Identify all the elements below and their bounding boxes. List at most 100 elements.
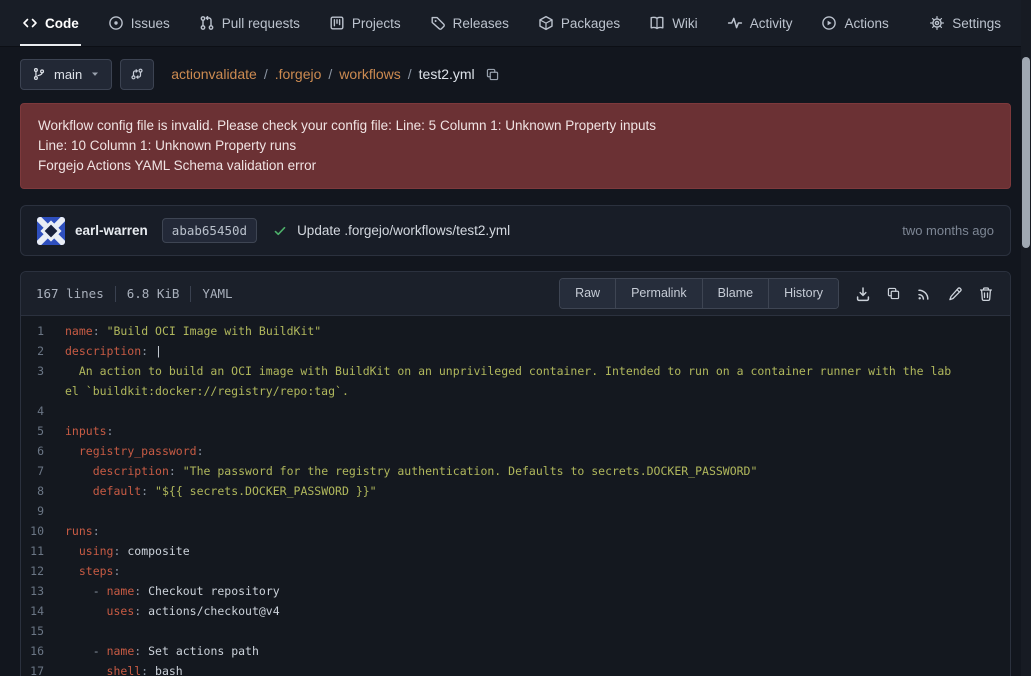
- code-token-pun: -: [93, 644, 107, 658]
- breadcrumb-separator: /: [408, 66, 412, 82]
- code-line: 5inputs:: [21, 421, 1010, 441]
- tab-packages[interactable]: Packages: [538, 0, 620, 46]
- tab-settings-label: Settings: [952, 16, 1001, 31]
- tab-label: Activity: [750, 16, 793, 31]
- tab-code[interactable]: Code: [22, 0, 79, 46]
- scrollbar-thumb[interactable]: [1022, 57, 1030, 248]
- pulse-icon: [727, 15, 743, 31]
- code-line-content: steps:: [65, 561, 1010, 581]
- code-line: 8 default: "${{ secrets.DOCKER_PASSWORD …: [21, 481, 1010, 501]
- commit-author[interactable]: earl-warren: [75, 223, 148, 238]
- code-token-pun: :: [93, 524, 100, 538]
- download-button[interactable]: [855, 286, 871, 302]
- code-token-str: An action to build an OCI image with Bui…: [65, 364, 951, 398]
- tab-label: Releases: [453, 16, 509, 31]
- tab-releases[interactable]: Releases: [430, 0, 509, 46]
- copy-path-icon[interactable]: [485, 67, 500, 82]
- code-token-pun: :: [93, 324, 100, 338]
- rss-feed-button[interactable]: [916, 286, 932, 302]
- code-token-pln: [65, 484, 93, 498]
- code-line: 14 uses: actions/checkout@v4: [21, 601, 1010, 621]
- breadcrumb-dir-link-forgejo[interactable]: .forgejo: [275, 66, 322, 82]
- error-banner: Workflow config file is invalid. Please …: [20, 103, 1011, 189]
- line-number[interactable]: 2: [21, 341, 65, 361]
- author-avatar[interactable]: [37, 217, 65, 245]
- line-number[interactable]: 4: [21, 401, 65, 421]
- tab-activity[interactable]: Activity: [727, 0, 793, 46]
- tab-actions[interactable]: Actions: [821, 0, 888, 46]
- commit-message[interactable]: Update .forgejo/workflows/test2.yml: [297, 223, 510, 238]
- copy-icon: [886, 286, 901, 301]
- code-token-str: "Build OCI Image with BuildKit": [107, 324, 322, 338]
- permalink-button[interactable]: Permalink: [615, 279, 702, 308]
- tab-settings[interactable]: Settings: [929, 0, 1001, 46]
- code-token-pln: [148, 484, 155, 498]
- book-icon: [649, 15, 665, 31]
- tab-projects[interactable]: Projects: [329, 0, 401, 46]
- tag-icon: [430, 15, 446, 31]
- settings-icon: [929, 15, 945, 31]
- code-token-pln: [100, 324, 107, 338]
- compare-button[interactable]: [120, 59, 154, 90]
- code-token-key: using: [79, 544, 114, 558]
- line-number[interactable]: 12: [21, 561, 65, 581]
- code-token-key: default: [93, 484, 141, 498]
- code-line-content: description: "The password for the regis…: [65, 461, 1010, 481]
- code-token-key: name: [107, 584, 135, 598]
- code-token-pln: [65, 564, 79, 578]
- line-number[interactable]: 3: [21, 361, 65, 401]
- copy-file-button[interactable]: [886, 286, 901, 301]
- line-number[interactable]: 16: [21, 641, 65, 661]
- package-icon: [538, 15, 554, 31]
- git-compare-icon: [130, 67, 144, 81]
- pencil-icon: [947, 286, 963, 302]
- branch-name: main: [54, 67, 82, 82]
- tab-pull-requests[interactable]: Pull requests: [199, 0, 300, 46]
- code-token-key: name: [107, 644, 135, 658]
- file-action-icons: [855, 286, 998, 302]
- delete-button[interactable]: [978, 286, 994, 302]
- branch-selector-button[interactable]: main: [20, 59, 112, 90]
- git-branch-icon: [32, 67, 46, 81]
- line-number[interactable]: 17: [21, 661, 65, 676]
- code-token-pln: Checkout repository: [141, 584, 279, 598]
- tab-label: Projects: [352, 16, 401, 31]
- code-line: 17 shell: bash: [21, 661, 1010, 676]
- code-token-key: name: [65, 324, 93, 338]
- code-view: 1name: "Build OCI Image with BuildKit"2d…: [21, 316, 1010, 676]
- code-line-content: - name: Checkout repository: [65, 581, 1010, 601]
- line-number[interactable]: 8: [21, 481, 65, 501]
- line-number[interactable]: 5: [21, 421, 65, 441]
- code-line-content: using: composite: [65, 541, 1010, 561]
- tab-issues[interactable]: Issues: [108, 0, 170, 46]
- line-number[interactable]: 1: [21, 321, 65, 341]
- blame-button[interactable]: Blame: [702, 279, 768, 308]
- tab-wiki[interactable]: Wiki: [649, 0, 698, 46]
- raw-button[interactable]: Raw: [560, 279, 615, 308]
- line-number[interactable]: 10: [21, 521, 65, 541]
- line-number[interactable]: 14: [21, 601, 65, 621]
- commit-hash-badge[interactable]: abab65450d: [162, 218, 257, 243]
- line-number[interactable]: 11: [21, 541, 65, 561]
- line-number[interactable]: 13: [21, 581, 65, 601]
- commit-time: two months ago: [902, 223, 994, 238]
- play-icon: [821, 15, 837, 31]
- breadcrumb-repo-link[interactable]: actionvalidate: [171, 66, 257, 82]
- line-number[interactable]: 15: [21, 621, 65, 641]
- edit-button[interactable]: [947, 286, 963, 302]
- page-scrollbar[interactable]: [1021, 0, 1031, 676]
- code-token-pun: :: [169, 464, 176, 478]
- rss-icon: [916, 286, 932, 302]
- commit-status-check-icon[interactable]: [273, 224, 287, 238]
- file-size: 6.8 KiB: [127, 286, 180, 301]
- breadcrumb-separator: /: [328, 66, 332, 82]
- breadcrumb-dir-link-workflows[interactable]: workflows: [339, 66, 400, 82]
- code-line-content: shell: bash: [65, 661, 1010, 676]
- code-token-key: uses: [107, 604, 135, 618]
- line-number[interactable]: 9: [21, 501, 65, 521]
- line-number[interactable]: 6: [21, 441, 65, 461]
- code-line: 12 steps:: [21, 561, 1010, 581]
- history-button[interactable]: History: [768, 279, 838, 308]
- main-content: main actionvalidate / .forgejo / workflo…: [0, 58, 1031, 676]
- line-number[interactable]: 7: [21, 461, 65, 481]
